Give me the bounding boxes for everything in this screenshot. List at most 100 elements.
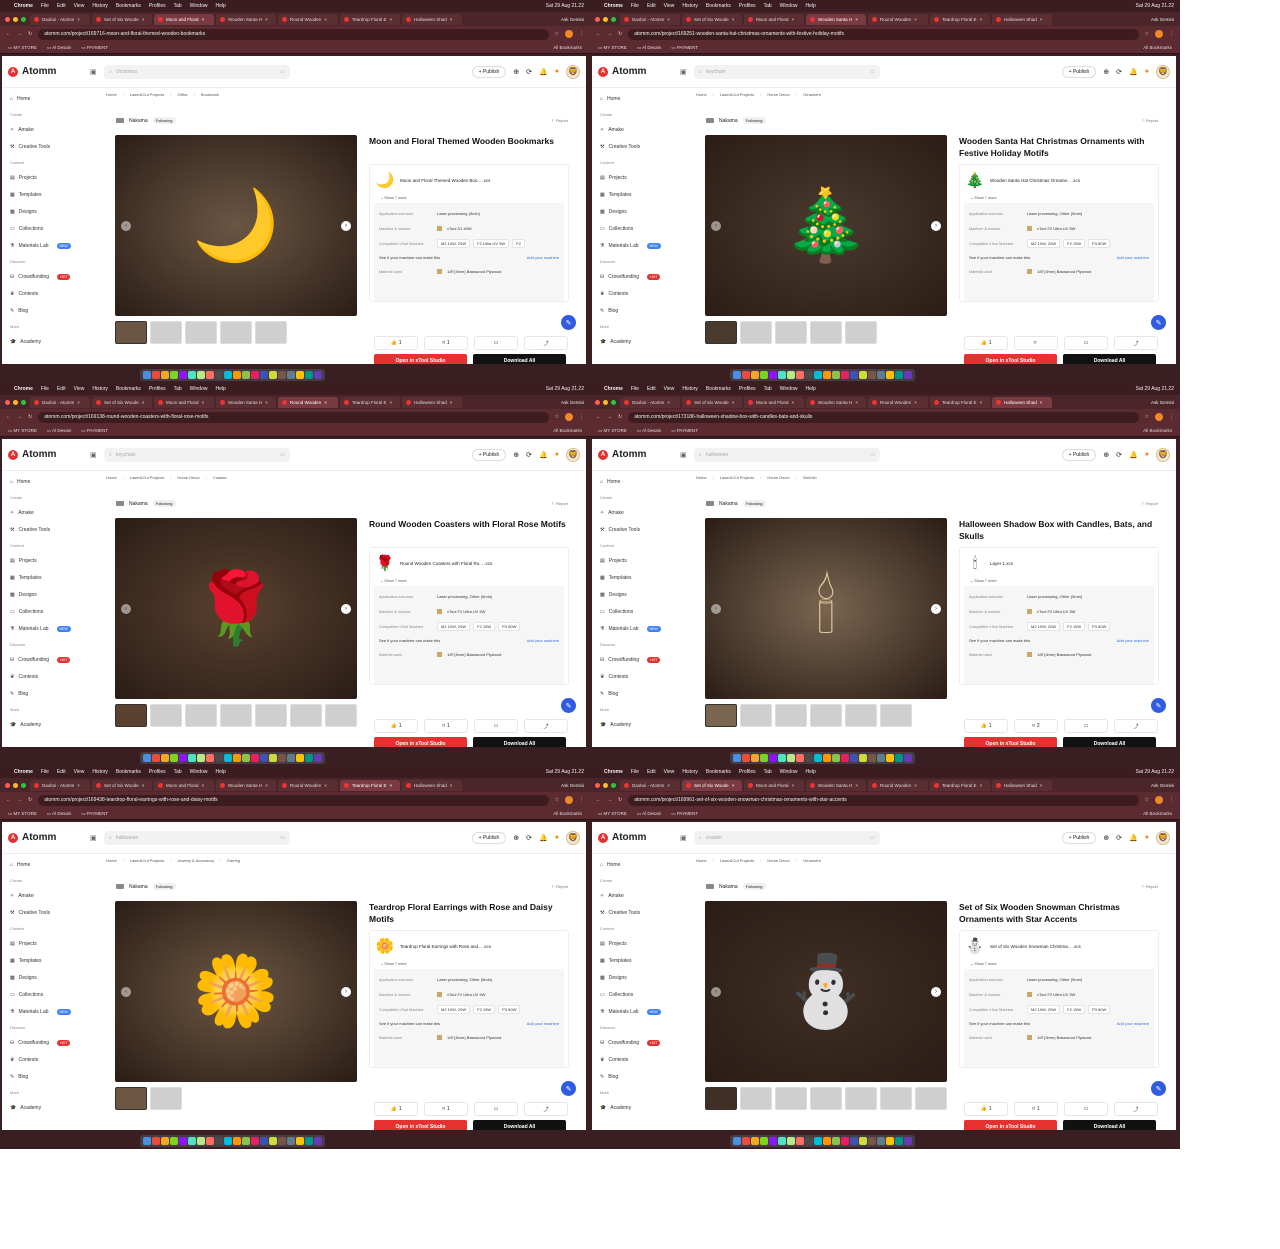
sidebar-item-crowdfunding[interactable]: ⛁ Crowdfunding HOT bbox=[10, 1034, 89, 1051]
compat-chip[interactable]: M2 10W, 20W bbox=[437, 1005, 471, 1014]
sidebar-toggle-icon[interactable]: ▣ bbox=[680, 834, 694, 842]
sidebar-item-projects[interactable]: ▤ Projects bbox=[10, 935, 89, 952]
sidebar-item-templates[interactable]: ▦ Templates bbox=[600, 952, 679, 969]
dock-app-icon[interactable] bbox=[796, 1137, 804, 1145]
dock-app-icon[interactable] bbox=[841, 371, 849, 379]
download-all-button[interactable]: Download All bbox=[473, 354, 566, 364]
breadcrumb-item[interactable]: Coaster bbox=[213, 475, 227, 480]
dock-app-icon[interactable] bbox=[769, 371, 777, 379]
close-icon[interactable]: × bbox=[450, 783, 453, 788]
dock-app-icon[interactable] bbox=[778, 1137, 786, 1145]
close-icon[interactable]: × bbox=[142, 17, 145, 22]
browser-tab[interactable]: Halloween Shad × bbox=[992, 779, 1052, 791]
sidebar-item-materials-lab[interactable]: ⚗ Materials Lab NEW bbox=[600, 237, 679, 254]
thumbnail[interactable] bbox=[775, 704, 807, 727]
breadcrumb-item[interactable]: Home Decor bbox=[767, 475, 789, 480]
comment-button[interactable]: ▭ bbox=[1064, 336, 1108, 350]
report-link[interactable]: ⚐ Report bbox=[1141, 884, 1158, 889]
dock-app-icon[interactable] bbox=[305, 371, 313, 379]
show-more-link[interactable]: ⌄ Show 7 more bbox=[370, 961, 568, 969]
thumbnail[interactable] bbox=[185, 704, 217, 727]
sidebar-item-creative-tools[interactable]: ⚒ Creative Tools bbox=[10, 138, 89, 155]
sidebar-item-collections[interactable]: ▭ Collections bbox=[10, 986, 89, 1003]
sidebar-item-blog[interactable]: ✎ Blog bbox=[10, 685, 89, 702]
sidebar-item-home[interactable]: ⌂ Home bbox=[600, 90, 679, 107]
browser-tab[interactable]: Wooden Santa H × bbox=[216, 779, 276, 791]
close-icon[interactable]: × bbox=[390, 783, 393, 788]
compat-chip[interactable]: F2 15W bbox=[473, 1005, 496, 1014]
menubar-items[interactable]: File Edit View History Bookmarks Profiles Tab W… bbox=[41, 3, 226, 9]
close-icon[interactable]: × bbox=[390, 17, 393, 22]
sidebar-toggle-icon[interactable]: ▣ bbox=[680, 68, 694, 76]
thumbnail[interactable] bbox=[150, 321, 182, 344]
dock-app-icon[interactable] bbox=[143, 1137, 151, 1145]
save-button[interactable]: ⌑ 1 bbox=[424, 336, 468, 350]
browser-tab[interactable]: Daoboi - Atomm × bbox=[30, 396, 90, 408]
menubar-item[interactable]: History bbox=[682, 386, 698, 392]
sidebar-item-materials-lab[interactable]: ⚗ Materials Lab NEW bbox=[600, 1003, 679, 1020]
dock-app-icon[interactable] bbox=[197, 1137, 205, 1145]
menubar-item[interactable]: Tab bbox=[764, 386, 772, 392]
dock-app-icon[interactable] bbox=[760, 1137, 768, 1145]
menubar-item[interactable]: View bbox=[74, 769, 85, 775]
kebab-icon[interactable]: ⋮ bbox=[1169, 31, 1174, 37]
star-icon[interactable]: ☆ bbox=[555, 31, 559, 37]
forward-icon[interactable]: → bbox=[607, 31, 612, 37]
thumbnail[interactable] bbox=[915, 1087, 947, 1110]
dock-app-icon[interactable] bbox=[170, 754, 178, 762]
dock-app-icon[interactable] bbox=[260, 1137, 268, 1145]
close-icon[interactable]: × bbox=[1040, 400, 1043, 405]
compat-chip[interactable]: F2 Ultra UV 5W bbox=[473, 239, 510, 248]
dock-app-icon[interactable] bbox=[188, 371, 196, 379]
dock-app-icon[interactable] bbox=[143, 754, 151, 762]
sidebar-item-blog[interactable]: ✎ Blog bbox=[10, 1068, 89, 1085]
sidebar-toggle-icon[interactable]: ▣ bbox=[90, 68, 104, 76]
dock-app-icon[interactable] bbox=[251, 1137, 259, 1145]
dock-app-icon[interactable] bbox=[152, 371, 160, 379]
bookmark-item[interactable]: ▭ Al Desain bbox=[637, 45, 662, 51]
menubar-app[interactable]: Chrome bbox=[14, 386, 33, 392]
dock-app-icon[interactable] bbox=[260, 754, 268, 762]
sidebar-item-projects[interactable]: ▤ Projects bbox=[600, 169, 679, 186]
menubar-app[interactable]: Chrome bbox=[14, 3, 33, 9]
url-field[interactable]: atomm.com/project/169438-teardrop-floral… bbox=[38, 794, 549, 806]
add-machine-link[interactable]: Add your machine bbox=[527, 1021, 559, 1026]
author-name[interactable]: Nakama bbox=[719, 118, 738, 124]
sidebar-item-academy[interactable]: 🎓 Academy bbox=[600, 1099, 679, 1116]
following-button[interactable]: Following bbox=[152, 500, 176, 507]
dock-app-icon[interactable] bbox=[314, 754, 322, 762]
feedback-fab[interactable]: ✎ bbox=[1151, 1081, 1166, 1096]
download-all-button[interactable]: Download All bbox=[473, 1120, 566, 1130]
close-icon[interactable]: × bbox=[914, 783, 917, 788]
menubar-item[interactable]: Bookmarks bbox=[116, 386, 141, 392]
following-button[interactable]: Following bbox=[742, 883, 766, 890]
dock-app-icon[interactable] bbox=[197, 754, 205, 762]
sidebar-item-academy[interactable]: 🎓 Academy bbox=[600, 333, 679, 350]
dock-app-icon[interactable] bbox=[769, 754, 777, 762]
breadcrumb-item[interactable]: Home bbox=[106, 475, 117, 480]
menubar-item[interactable]: File bbox=[631, 769, 639, 775]
thumbnail[interactable] bbox=[775, 1087, 807, 1110]
coin-icon[interactable]: ● bbox=[1145, 451, 1149, 458]
thumbnail[interactable] bbox=[220, 704, 252, 727]
sidebar-item-crowdfunding[interactable]: ⛁ Crowdfunding HOT bbox=[600, 268, 679, 285]
save-button[interactable]: ⌑ 1 bbox=[1014, 1102, 1058, 1116]
compat-chip[interactable]: M2 10W, 20W bbox=[437, 622, 471, 631]
sidebar-item-designs[interactable]: ▩ Designs bbox=[600, 586, 679, 603]
sidebar-item-blog[interactable]: ✎ Blog bbox=[600, 302, 679, 319]
dock-app-icon[interactable] bbox=[895, 371, 903, 379]
sidebar-item-collections[interactable]: ▭ Collections bbox=[600, 603, 679, 620]
dock-app-icon[interactable] bbox=[904, 1137, 912, 1145]
thumbnail[interactable] bbox=[810, 321, 842, 344]
hero-image[interactable]: 🌹 ‹ › bbox=[115, 518, 357, 699]
sidebar-item-home[interactable]: ⌂ Home bbox=[10, 473, 89, 490]
sidebar-item-templates[interactable]: ▦ Templates bbox=[10, 186, 89, 203]
close-icon[interactable]: × bbox=[855, 400, 858, 405]
dock-app-icon[interactable] bbox=[832, 1137, 840, 1145]
file-row[interactable]: 🎄 Wooden Santa Hat Christmas Orname... .x… bbox=[960, 165, 1158, 195]
sidebar-item-designs[interactable]: ▩ Designs bbox=[600, 969, 679, 986]
dock-app-icon[interactable] bbox=[215, 754, 223, 762]
author-name[interactable]: Nakama bbox=[719, 884, 738, 890]
menubar-item[interactable]: Profiles bbox=[739, 769, 756, 775]
hero-image[interactable]: 🌼 ‹ › bbox=[115, 901, 357, 1082]
